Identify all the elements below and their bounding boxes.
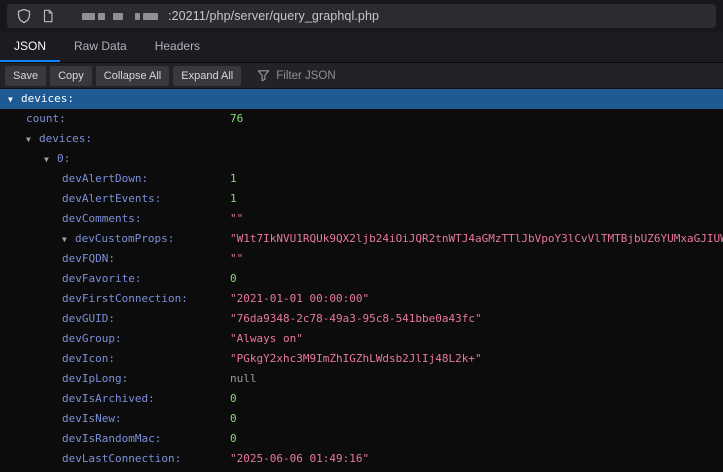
json-value: "PGkgY2xhc3M9ImZhIGZhLWdsb2JlIj48L2k+": [230, 349, 482, 369]
json-row-devGroup[interactable]: devGroup: "Always on": [0, 329, 723, 349]
json-key: devFavorite:: [62, 272, 141, 285]
redacted-host: [82, 13, 161, 20]
json-key: devIcon:: [62, 352, 115, 365]
json-row-devGUID[interactable]: devGUID: "76da9348-2c78-49a3-95c8-541bbe0…: [0, 309, 723, 329]
json-row-devFavorite[interactable]: devFavorite: 0: [0, 269, 723, 289]
filter-json-input[interactable]: Filter JSON: [257, 69, 335, 82]
url-text[interactable]: :20211/php/server/query_graphql.php: [168, 9, 379, 23]
json-key: count:: [26, 112, 66, 125]
json-value: "": [230, 209, 243, 229]
json-value: "2025-06-06 01:49:16": [230, 449, 369, 469]
shield-icon[interactable]: [16, 8, 32, 24]
page-info-icon[interactable]: [41, 8, 55, 24]
jsonviewer-tab-bar: JSON Raw Data Headers: [0, 32, 723, 63]
json-row-devIsNew[interactable]: devIsNew: 0: [0, 409, 723, 429]
json-key: devIsRandomMac:: [62, 432, 161, 445]
json-key: devAlertDown:: [62, 172, 148, 185]
tab-raw-data[interactable]: Raw Data: [60, 32, 141, 62]
json-value: "76da9348-2c78-49a3-95c8-541bbe0a43fc": [230, 309, 482, 329]
json-row-devAlertEvents[interactable]: devAlertEvents: 1: [0, 189, 723, 209]
json-value: 76: [230, 109, 243, 129]
json-row-devComments[interactable]: devComments: "": [0, 209, 723, 229]
twisty-expanded-icon[interactable]: ▼: [62, 230, 75, 250]
filter-placeholder: Filter JSON: [276, 70, 335, 82]
json-key: devIsNew:: [62, 412, 122, 425]
json-key: devAlertEvents:: [62, 192, 161, 205]
collapse-all-button[interactable]: Collapse All: [96, 66, 169, 86]
json-value: "W1t7IkNVU1RQUk9QX2ljb24iOiJQR2tnWTJ4aGM…: [230, 229, 723, 249]
json-row-devices[interactable]: ▼devices:: [0, 129, 723, 149]
twisty-expanded-icon[interactable]: ▼: [8, 90, 21, 110]
json-row-devLastConnection[interactable]: devLastConnection: "2025-06-06 01:49:16": [0, 449, 723, 469]
json-row-devAlertDown[interactable]: devAlertDown: 1: [0, 169, 723, 189]
json-key: devCustomProps:: [75, 232, 174, 245]
json-value: 1: [230, 189, 237, 209]
json-key: devices:: [39, 132, 92, 145]
save-button[interactable]: Save: [5, 66, 46, 86]
json-value: 0: [230, 429, 237, 449]
url-bar[interactable]: :20211/php/server/query_graphql.php: [7, 4, 716, 28]
json-value: null: [230, 369, 257, 389]
browser-toolbar: :20211/php/server/query_graphql.php: [0, 0, 723, 32]
json-row-devIpLong[interactable]: devIpLong: null: [0, 369, 723, 389]
twisty-expanded-icon[interactable]: ▼: [44, 150, 57, 170]
json-row-devFQDN[interactable]: devFQDN: "": [0, 249, 723, 269]
json-row-devIsRandomMac[interactable]: devIsRandomMac: 0: [0, 429, 723, 449]
json-value: 0: [230, 389, 237, 409]
json-row-devices[interactable]: ▼devices:: [0, 89, 723, 109]
json-key: devGUID:: [62, 312, 115, 325]
json-row-count[interactable]: count: 76: [0, 109, 723, 129]
json-row-devIcon[interactable]: devIcon: "PGkgY2xhc3M9ImZhIGZhLWdsb2JlIj4…: [0, 349, 723, 369]
tab-headers[interactable]: Headers: [141, 32, 214, 62]
copy-button[interactable]: Copy: [50, 66, 92, 86]
json-key: devGroup:: [62, 332, 122, 345]
json-row-devCustomProps[interactable]: ▼devCustomProps: "W1t7IkNVU1RQUk9QX2ljb24…: [0, 229, 723, 249]
json-key: devFQDN:: [62, 252, 115, 265]
json-key: devIsArchived:: [62, 392, 155, 405]
json-key: devIpLong:: [62, 372, 128, 385]
funnel-icon: [257, 69, 276, 82]
json-value: 0: [230, 269, 237, 289]
json-value: 0: [230, 409, 237, 429]
json-key: devFirstConnection:: [62, 292, 188, 305]
twisty-expanded-icon[interactable]: ▼: [26, 130, 39, 150]
json-value: "Always on": [230, 329, 303, 349]
json-key: devComments:: [62, 212, 141, 225]
json-tree: ▼devices:count:76▼devices:▼0:devAlertDow…: [0, 89, 723, 471]
json-value: "": [230, 249, 243, 269]
json-value: 1: [230, 169, 237, 189]
json-key: devLastConnection:: [62, 452, 181, 465]
json-row-0[interactable]: ▼0:: [0, 149, 723, 169]
json-key: devices:: [21, 92, 74, 105]
json-key: 0:: [57, 152, 70, 165]
jsonviewer-toolbar: Save Copy Collapse All Expand All Filter…: [0, 63, 723, 89]
json-value: "2021-01-01 00:00:00": [230, 289, 369, 309]
expand-all-button[interactable]: Expand All: [173, 66, 241, 86]
tab-json[interactable]: JSON: [0, 32, 60, 62]
json-row-devIsArchived[interactable]: devIsArchived: 0: [0, 389, 723, 409]
json-row-devFirstConnection[interactable]: devFirstConnection: "2021-01-01 00:00:00": [0, 289, 723, 309]
